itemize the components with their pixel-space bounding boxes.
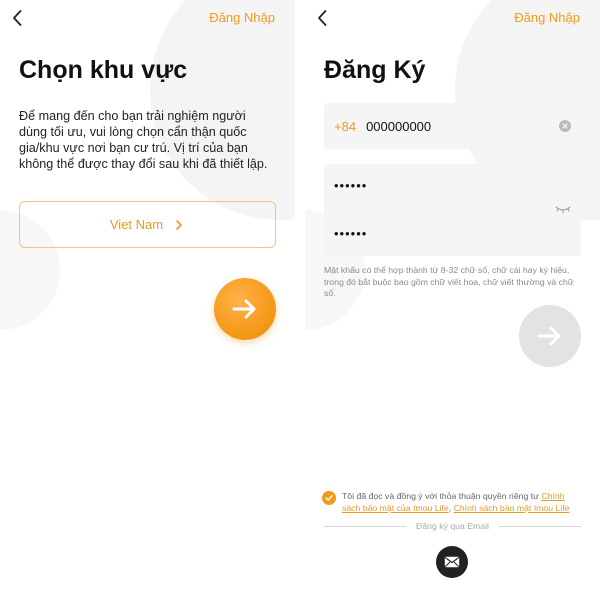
email-signup-divider: Đăng ký qua Email xyxy=(324,519,582,533)
select-region-screen: Đăng Nhập Chọn khu vực Để mang đến cho b… xyxy=(0,0,295,602)
next-button[interactable] xyxy=(519,305,581,367)
chevron-left-icon[interactable] xyxy=(313,8,333,28)
country-code[interactable]: +84 xyxy=(334,119,356,134)
region-value: Viet Nam xyxy=(109,217,164,232)
divider-line xyxy=(324,525,407,527)
region-description: Để mang đến cho bạn trải nghiệm người dù… xyxy=(19,109,268,171)
confirm-password-input[interactable]: •••••• xyxy=(334,226,367,241)
screen-divider xyxy=(295,0,305,602)
phone-field[interactable]: +84 xyxy=(324,103,581,149)
checkmark-icon xyxy=(325,495,333,501)
login-link[interactable]: Đăng Nhập xyxy=(209,10,275,25)
eye-closed-icon[interactable] xyxy=(555,204,571,214)
consent-text: Tôi đã đọc và đồng ý với thỏa thuận quyề… xyxy=(342,491,582,514)
arrow-right-icon xyxy=(232,299,256,319)
consent-prefix: Tôi đã đọc và đồng ý với thỏa thuận quyề… xyxy=(342,491,542,501)
page-title: Chọn khu vực xyxy=(19,56,188,84)
close-icon xyxy=(562,123,568,129)
region-selector[interactable]: Viet Nam xyxy=(19,201,276,248)
check-circle-icon[interactable] xyxy=(322,491,336,505)
password-input[interactable]: •••••• xyxy=(334,178,367,193)
arrow-right-icon xyxy=(537,326,561,346)
phone-input[interactable] xyxy=(366,118,559,134)
privacy-consent: Tôi đã đọc và đồng ý với thỏa thuận quyề… xyxy=(322,491,582,514)
divider-line xyxy=(498,525,582,527)
next-button[interactable] xyxy=(214,278,276,340)
email-signup-button[interactable] xyxy=(436,546,468,578)
chevron-right-icon xyxy=(176,219,182,230)
page-title: Đăng Ký xyxy=(324,56,426,84)
password-group: •••••• •••••• xyxy=(324,164,581,256)
password-hint: Mật khẩu có thể hợp thành từ 8-32 chữ số… xyxy=(324,265,574,299)
login-link[interactable]: Đăng Nhập xyxy=(514,10,580,25)
chevron-left-icon[interactable] xyxy=(8,8,28,28)
email-signup-label: Đăng ký qua Email xyxy=(416,521,489,531)
mail-icon xyxy=(444,556,460,568)
privacy-policy-link-2[interactable]: Chính sách bảo mật Imou Life xyxy=(454,503,570,513)
clear-circle-icon[interactable] xyxy=(559,120,571,132)
register-screen: Đăng Nhập Đăng Ký +84 •••••• •••••• Mật … xyxy=(305,0,600,602)
